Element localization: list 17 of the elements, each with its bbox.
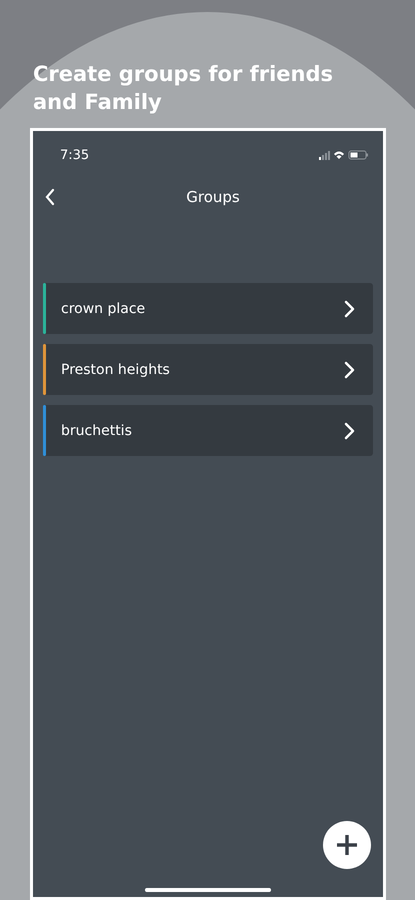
chevron-icon	[343, 422, 355, 440]
group-name: bruchettis	[61, 422, 133, 438]
status-time: 7:35	[60, 148, 90, 162]
screen-title: Groups	[186, 188, 240, 206]
plus-icon	[335, 833, 359, 857]
chevron-icon	[343, 300, 355, 318]
back-button[interactable]	[43, 186, 57, 208]
add-button[interactable]	[323, 821, 371, 869]
group-row[interactable]: Preston heights	[43, 344, 373, 395]
group-row[interactable]: bruchettis	[43, 405, 373, 456]
group-name: crown place	[61, 300, 146, 316]
headline: Create groups for friends and Family	[33, 61, 334, 116]
back-icon	[45, 188, 55, 206]
status-icons	[319, 150, 369, 160]
group-name: Preston heights	[61, 362, 171, 378]
group-row[interactable]: crown place	[43, 283, 373, 334]
chevron-icon	[343, 360, 355, 378]
